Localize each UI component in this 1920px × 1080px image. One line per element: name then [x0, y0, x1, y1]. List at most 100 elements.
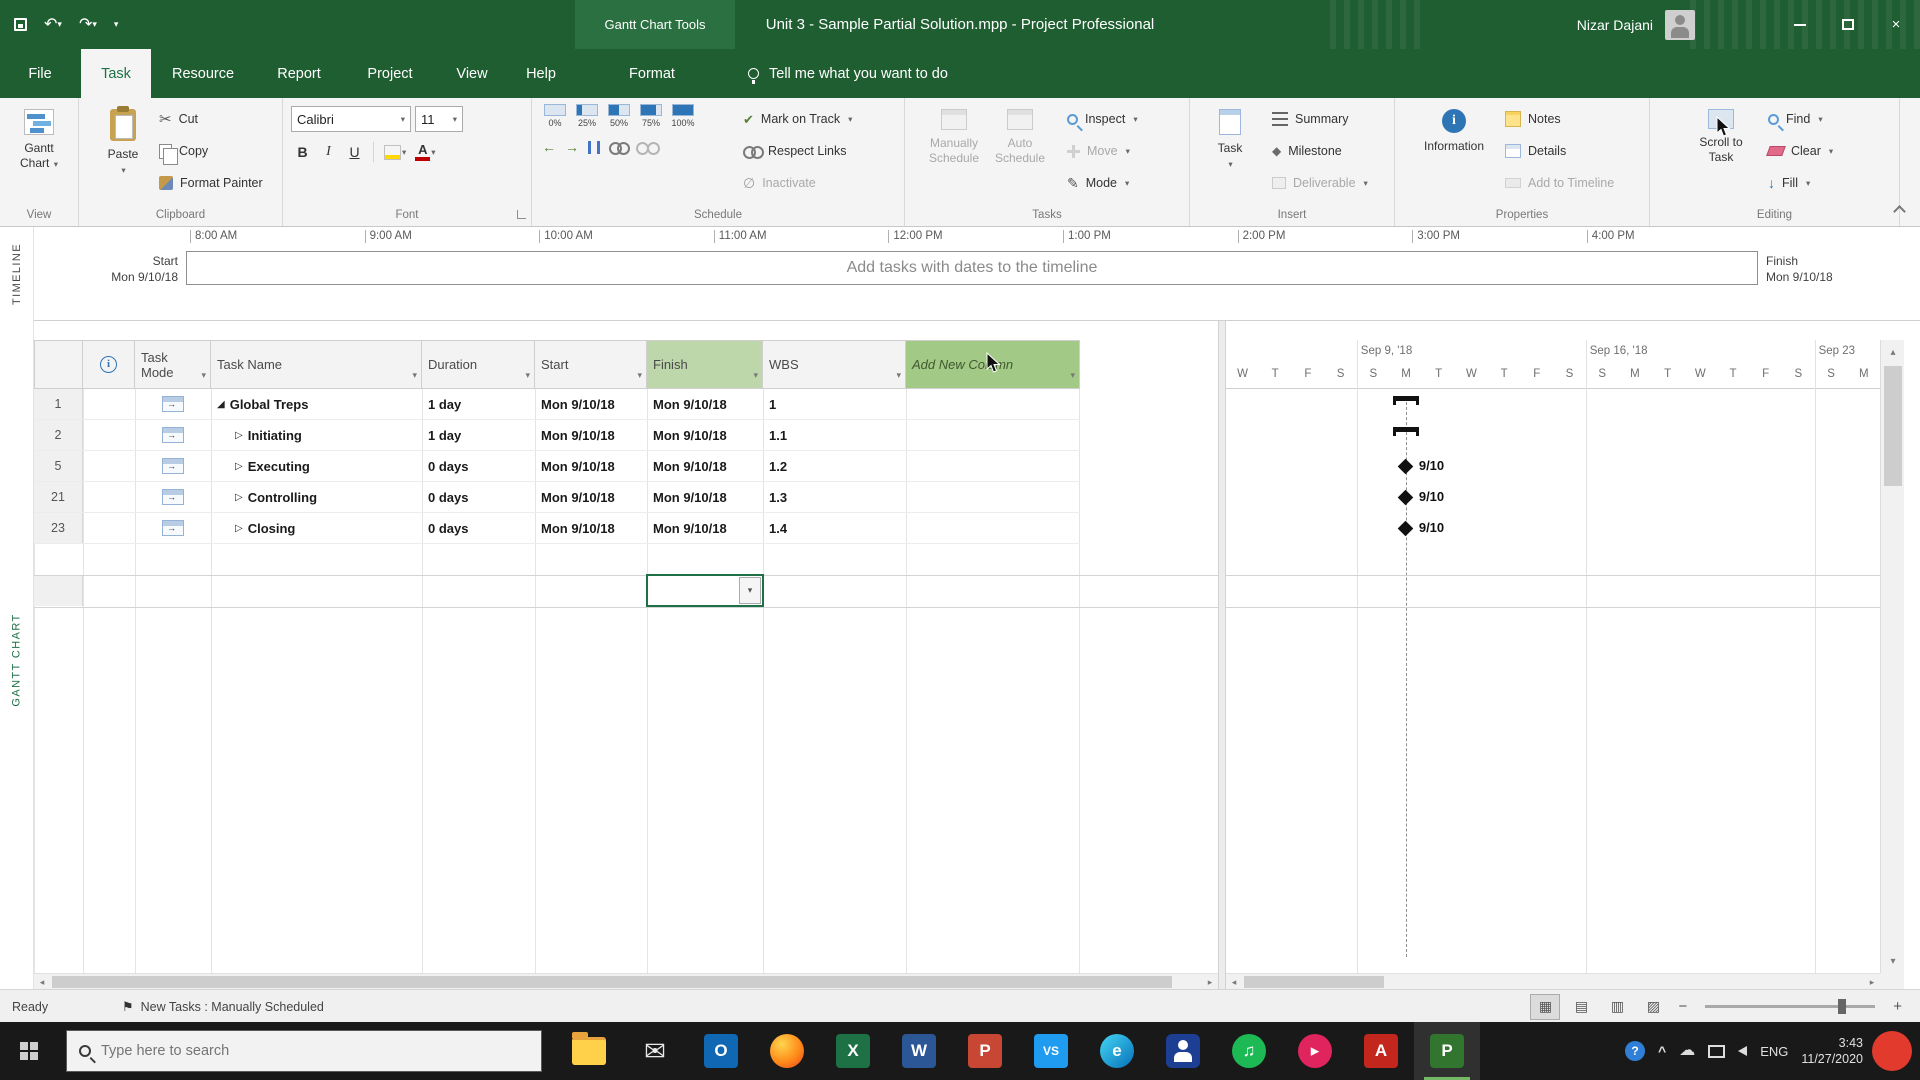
zoom-out-button[interactable]: −	[1674, 998, 1691, 1015]
percent-0-button[interactable]: 0%	[542, 104, 568, 128]
unlink-tasks-icon[interactable]	[636, 142, 656, 153]
timeline-placeholder-box[interactable]: Add tasks with dates to the timeline	[186, 251, 1758, 285]
expand-triangle-icon[interactable]: ▷	[235, 523, 243, 534]
finish-cell[interactable]: Mon 9/10/18	[647, 389, 763, 419]
expand-triangle-icon[interactable]: ▷	[235, 492, 243, 503]
insert-summary-button[interactable]: Summary	[1266, 103, 1374, 135]
customize-qat-button[interactable]: ▾	[114, 20, 119, 29]
maximize-button[interactable]	[1824, 0, 1872, 49]
wbs-cell[interactable]: 1.4	[763, 513, 906, 543]
team-planner-view-shortcut[interactable]: ▥	[1602, 994, 1632, 1020]
empty-row[interactable]	[34, 854, 1080, 885]
notes-button[interactable]: Notes	[1499, 103, 1620, 135]
mode-button[interactable]: ✎Mode▾	[1061, 167, 1144, 199]
finish-cell[interactable]: Mon 9/10/18	[647, 451, 763, 481]
empty-row[interactable]	[34, 761, 1080, 792]
finish-cell[interactable]: Mon 9/10/18	[647, 513, 763, 543]
scroll-up-button[interactable]: ▴	[1881, 340, 1905, 364]
paste-button[interactable]: Paste▾	[91, 102, 155, 200]
account-area[interactable]: Nizar Dajani	[1577, 0, 1695, 49]
split-task-icon[interactable]	[588, 141, 600, 154]
empty-row[interactable]	[34, 792, 1080, 823]
copy-button[interactable]: Copy	[153, 135, 269, 167]
inactivate-button[interactable]: ∅Inactivate	[737, 167, 858, 199]
finish-cell[interactable]: Mon 9/10/18	[647, 482, 763, 512]
duration-header[interactable]: Duration▾	[422, 340, 535, 389]
taskbar-app-excel[interactable]: X	[820, 1022, 886, 1080]
table-horizontal-scrollbar[interactable]: ◂ ▸	[34, 973, 1218, 989]
fill-button[interactable]: ↓Fill▾	[1762, 167, 1839, 199]
scroll-down-button[interactable]: ▾	[1881, 949, 1905, 973]
auto-schedule-button[interactable]: Auto Schedule	[989, 102, 1051, 200]
help-icon[interactable]: ?	[1625, 1041, 1645, 1061]
cell-dropdown-button[interactable]: ▾	[739, 577, 761, 604]
add-to-timeline-button[interactable]: Add to Timeline	[1499, 167, 1620, 199]
vertical-scrollbar[interactable]: ▴ ▾	[1880, 340, 1904, 973]
row-number[interactable]: 23	[34, 513, 83, 543]
font-name-select[interactable]: Calibri▾	[291, 106, 411, 132]
task-name-cell[interactable]: ◢Global Treps	[211, 389, 422, 419]
font-size-select[interactable]: 11▾	[415, 106, 463, 132]
tell-me-box[interactable]: Tell me what you want to do	[748, 49, 948, 98]
taskbar-app-word[interactable]: W	[886, 1022, 952, 1080]
clock[interactable]: 3:43 11/27/2020	[1801, 1035, 1863, 1068]
taskbar-app-edge[interactable]: e	[1084, 1022, 1150, 1080]
empty-row[interactable]	[34, 916, 1080, 947]
wbs-cell[interactable]: 1.2	[763, 451, 906, 481]
start-cell[interactable]: Mon 9/10/18	[535, 513, 647, 543]
show-hidden-icons-chevron[interactable]: ^	[1658, 1043, 1666, 1059]
row-number[interactable]: 5	[34, 451, 83, 481]
taskbar-app-project[interactable]: P	[1414, 1022, 1480, 1080]
start-button[interactable]	[0, 1022, 58, 1080]
start-cell[interactable]: Mon 9/10/18	[535, 482, 647, 512]
taskbar-app-vscode[interactable]: VS	[1018, 1022, 1084, 1080]
taskbar-app-file-explorer[interactable]	[556, 1022, 622, 1080]
filter-caret-icon[interactable]: ▾	[753, 368, 758, 383]
volume-icon[interactable]	[1738, 1046, 1747, 1056]
expand-triangle-icon[interactable]: ▷	[235, 461, 243, 472]
scroll-right-button[interactable]: ▸	[1864, 974, 1880, 990]
scroll-right-button[interactable]: ▸	[1202, 974, 1218, 990]
duration-cell[interactable]: 0 days	[422, 482, 535, 512]
empty-row[interactable]	[34, 544, 1080, 575]
taskbar-app-powerpoint[interactable]: P	[952, 1022, 1018, 1080]
redo-button[interactable]: ↷▾	[79, 17, 97, 33]
tab-report[interactable]: Report	[254, 49, 344, 98]
start-header[interactable]: Start▾	[535, 340, 647, 389]
language-indicator[interactable]: ENG	[1760, 1044, 1788, 1059]
task-name-cell[interactable]: ▷Controlling	[211, 482, 422, 512]
start-cell[interactable]: Mon 9/10/18	[535, 389, 647, 419]
finish-header[interactable]: Finish▾	[647, 340, 763, 389]
tab-help[interactable]: Help	[508, 49, 574, 98]
filter-caret-icon[interactable]: ▾	[637, 368, 642, 383]
taskbar-app-media[interactable]: ▸	[1282, 1022, 1348, 1080]
bold-button[interactable]: B	[291, 139, 314, 165]
respect-links-button[interactable]: Respect Links	[737, 135, 858, 167]
filter-caret-icon[interactable]: ▾	[201, 368, 206, 383]
collapse-triangle-icon[interactable]: ◢	[217, 399, 225, 410]
task-name-cell[interactable]: ▷Initiating	[211, 420, 422, 450]
tab-resource[interactable]: Resource	[150, 49, 256, 98]
taskbar-app-firefox[interactable]	[754, 1022, 820, 1080]
resource-sheet-view-shortcut[interactable]: ▨	[1638, 994, 1668, 1020]
wbs-cell[interactable]: 1.1	[763, 420, 906, 450]
task-mode-cell[interactable]	[135, 513, 211, 543]
horizontal-scrollbar-thumb[interactable]	[52, 976, 1172, 988]
empty-row[interactable]	[34, 575, 1080, 606]
duration-cell[interactable]: 0 days	[422, 451, 535, 481]
duration-cell[interactable]: 0 days	[422, 513, 535, 543]
empty-row[interactable]	[34, 823, 1080, 854]
percent-75-button[interactable]: 75%	[638, 104, 664, 128]
minimize-button[interactable]	[1776, 0, 1824, 49]
inspect-button[interactable]: Inspect▾	[1061, 103, 1144, 135]
tab-format[interactable]: Format	[600, 49, 704, 98]
cut-button[interactable]: ✂Cut	[153, 103, 269, 135]
empty-row[interactable]	[34, 606, 1080, 637]
underline-button[interactable]: U	[343, 139, 366, 165]
highlight-color-button[interactable]: ▾	[381, 139, 409, 165]
taskbar-search-box[interactable]	[66, 1030, 542, 1072]
taskbar-app-mail[interactable]: ✉	[622, 1022, 688, 1080]
task-mode-header[interactable]: Task Mode▾	[135, 340, 211, 389]
information-button[interactable]: i Information	[1417, 102, 1491, 200]
gantt-chart-area[interactable]: Sep 9, '18Sep 16, '18Sep 23 WTFSSMTWTFSS…	[1226, 340, 1880, 973]
